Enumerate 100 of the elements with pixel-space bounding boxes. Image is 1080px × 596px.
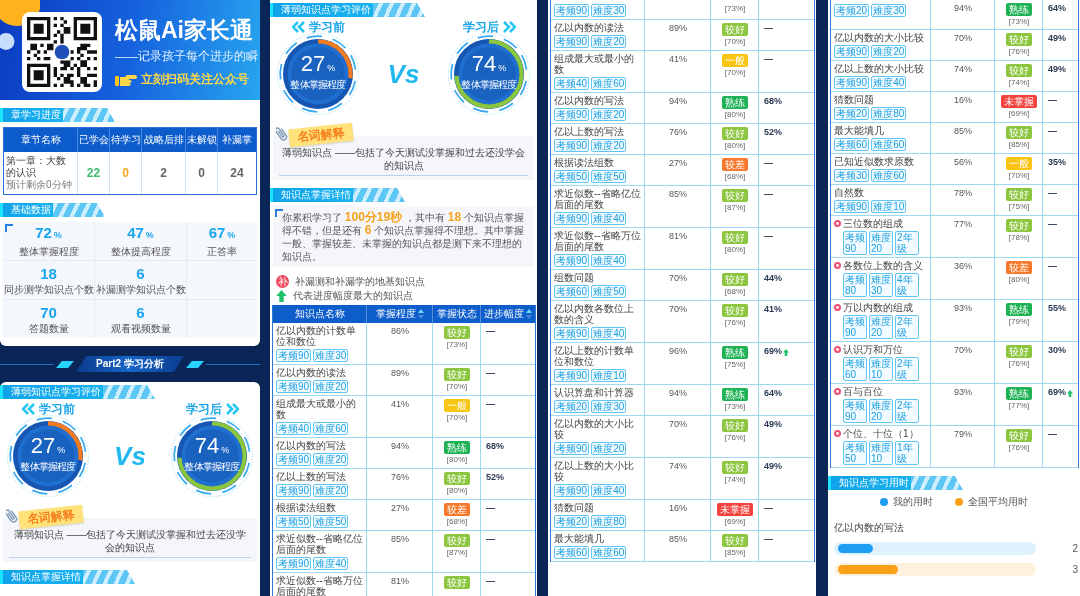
knowledge-point-name: 最大能填几 — [834, 125, 885, 136]
stat-label: 答题数量 — [28, 322, 69, 335]
banner-subtitle: ——记录孩子每个进步的瞬 — [115, 49, 258, 63]
pointing-hand-icon — [115, 72, 137, 87]
stage-label: 学习后 — [185, 402, 222, 416]
paperclip-icon — [6, 506, 18, 524]
previous-percent: [85%] — [724, 548, 746, 558]
previous-percent: [68%] — [724, 172, 746, 182]
knowledge-point-name: 百与百位 — [843, 386, 884, 397]
stage-label: 学习前 — [308, 20, 345, 34]
previous-percent: [85%] — [1008, 140, 1030, 150]
double-chevron-icon — [291, 21, 306, 33]
info-tag: 难度20 — [313, 484, 349, 497]
previous-percent: [78%] — [1008, 233, 1030, 243]
progress-percent: 30% — [1048, 345, 1066, 356]
info-tag: 考频80 — [843, 273, 867, 297]
knowledge-point-name: 万以内数的组成 — [843, 302, 914, 313]
info-tag: 考频90 — [276, 380, 312, 393]
banner-title: 松鼠Ai家长通 — [115, 17, 254, 44]
knowledge-point-name: 亿以上数的大小比较 — [834, 63, 924, 74]
status-tag: 较差 — [722, 158, 748, 171]
info-tag: 考频90 — [554, 254, 590, 267]
mastery-percent: 94% — [669, 388, 687, 398]
info-tag: 难度10 — [869, 441, 893, 465]
previous-percent: [70%] — [446, 382, 468, 392]
score-caption: 整体掌握程度 — [184, 461, 240, 472]
knowledge-point-name: 猜数问题 — [554, 502, 595, 513]
previous-percent: [80%] — [724, 110, 746, 120]
knowledge-point-name: 亿以内数的读法 — [276, 367, 347, 378]
stat-value: 72% — [35, 224, 62, 243]
previous-percent: [74%] — [724, 475, 746, 485]
knowledge-point-name: 亿以内数的大小比较 — [554, 418, 635, 440]
previous-percent: [70%] — [1008, 171, 1030, 181]
column-header: 已学会 — [78, 128, 110, 152]
knowledge-point-name: 亿以上数的大小比较 — [554, 460, 635, 482]
status-tag: 较好 — [722, 273, 748, 286]
score-value: 74% — [471, 53, 507, 78]
section-header: 知识点学习用时 — [828, 476, 963, 490]
score-caption: 整体掌握程度 — [290, 79, 346, 90]
info-tag: 考频20 — [554, 400, 590, 413]
status-tag: 熟练 — [1006, 387, 1032, 400]
info-tag: 难度20 — [869, 399, 893, 423]
knowledge-point-name: 亿以内数的读法 — [554, 22, 625, 33]
status-tag: 熟练 — [722, 346, 748, 359]
status-tag: 较好 — [444, 472, 470, 485]
progress-percent: 49% — [764, 419, 782, 430]
previous-percent: [80%] — [446, 455, 468, 465]
status-tag: 较好 — [722, 127, 748, 140]
progress-percent: — — [486, 503, 495, 514]
info-tag: 考频90 — [834, 45, 870, 58]
knowledge-point-name: 个位、十位（1） — [843, 428, 919, 439]
progress-percent: 49% — [1048, 33, 1066, 44]
count-value: 22 — [86, 166, 101, 180]
status-tag: 较好 — [1006, 219, 1032, 232]
mastery-percent: 85% — [391, 534, 409, 544]
section-header: 章学习进度 — [0, 108, 115, 122]
mastery-percent: 94% — [954, 3, 972, 13]
mastery-percent: 89% — [669, 23, 687, 33]
progress-percent: — — [764, 231, 773, 242]
info-tag: 考频90 — [554, 442, 590, 455]
patch-badge: 补 — [276, 275, 289, 288]
previous-percent: [80%] — [724, 141, 746, 151]
mastery-percent: 79% — [954, 429, 972, 439]
knowledge-point-name: 猜数问题 — [834, 94, 875, 105]
info-tag: 1年级 — [895, 441, 919, 465]
info-tag: 考频90 — [554, 108, 590, 121]
previous-percent: [73%] — [1008, 17, 1030, 27]
status-tag: 较好 — [1006, 64, 1032, 77]
stat-value: 70 — [40, 303, 57, 321]
stat-value: 6 — [136, 303, 145, 321]
status-tag: 较好 — [1006, 345, 1032, 358]
sort-icon[interactable] — [417, 309, 424, 319]
info-tag: 难度40 — [591, 484, 627, 497]
progress-percent: — — [1048, 261, 1057, 272]
info-tag: 难度30 — [871, 4, 907, 17]
progress-percent: 69% — [764, 346, 782, 357]
sort-icon[interactable] — [526, 309, 532, 319]
progress-percent: 55% — [1048, 303, 1066, 314]
mastery-percent: 70% — [954, 345, 972, 355]
previous-percent: [76%] — [1008, 359, 1030, 369]
progress-percent: 68% — [486, 441, 504, 452]
knowledge-point-name: 亿以上数的写法 — [554, 126, 625, 137]
status-tag: 较好 — [722, 419, 748, 432]
mastery-percent: 93% — [954, 387, 972, 397]
stat-label: 正答率 — [207, 246, 237, 258]
status-tag: 较好 — [1006, 429, 1032, 442]
info-tag: 难度20 — [869, 231, 893, 255]
info-tag: 难度60 — [591, 546, 627, 559]
info-tag: 考频60 — [834, 138, 870, 151]
progress-percent: — — [1048, 95, 1057, 106]
column-header: 章节名称 — [4, 128, 78, 152]
info-tag: 难度20 — [591, 139, 627, 152]
progress-percent: — — [1048, 219, 1057, 230]
corner-bracket-icon — [275, 209, 283, 217]
info-tag: 考频50 — [554, 170, 590, 183]
info-tag: 2年级 — [895, 357, 919, 381]
knowledge-point-name: 求近似数--省略万位后面的尾数 — [276, 575, 364, 596]
previous-percent: [70%] — [724, 37, 746, 47]
mastery-percent: 36% — [954, 261, 972, 271]
stat-label: 观看视频数量 — [110, 322, 171, 335]
